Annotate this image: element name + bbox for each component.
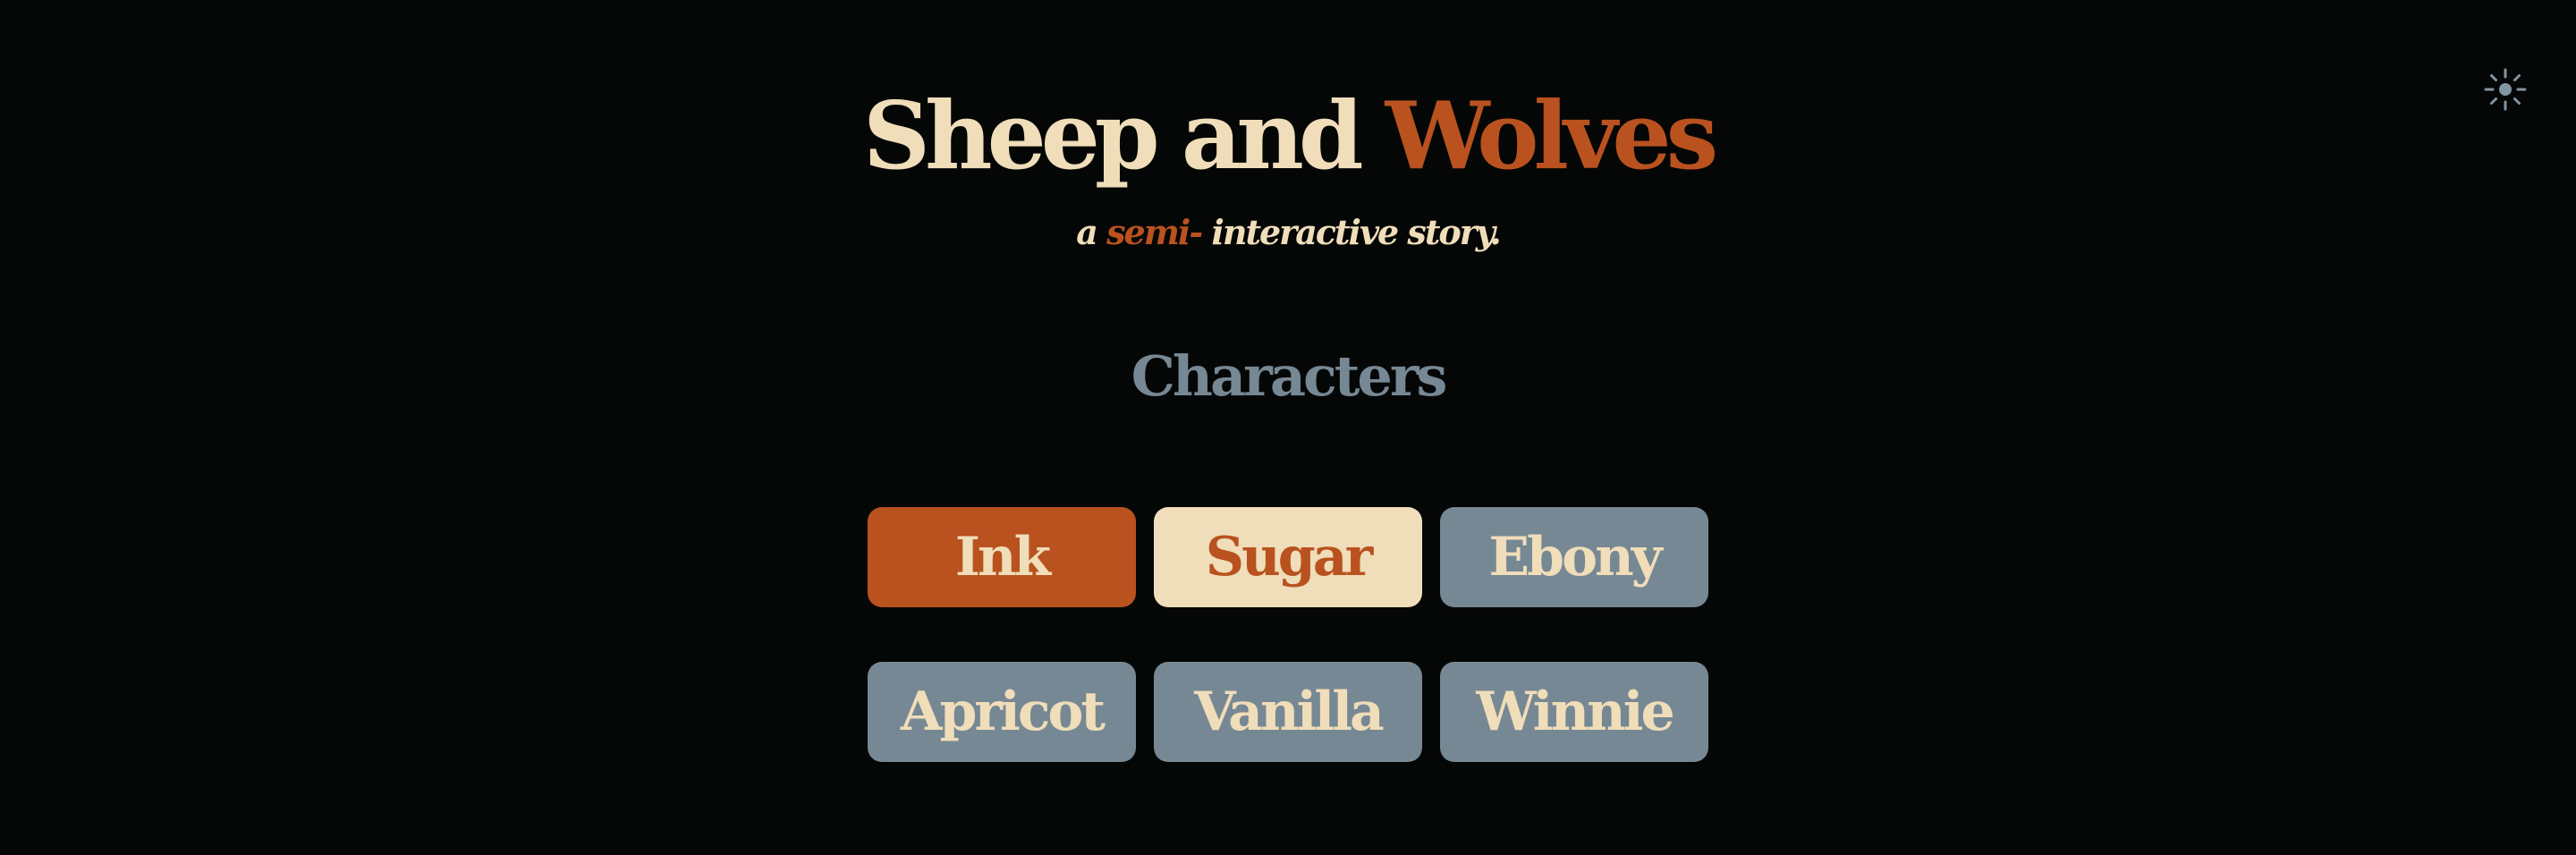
subtitle-semi: semi- bbox=[1106, 212, 1203, 252]
character-button-vanilla[interactable]: Vanilla bbox=[1154, 662, 1422, 762]
character-button-ebony[interactable]: Ebony bbox=[1440, 507, 1708, 607]
character-button-ink[interactable]: Ink bbox=[868, 507, 1136, 607]
page-subtitle: a semi- interactive story. bbox=[0, 208, 2576, 257]
title-sheep-and: Sheep and bbox=[862, 80, 1385, 190]
characters-heading: Characters bbox=[1131, 343, 1448, 409]
character-grid: Ink Sugar Ebony Apricot Vanilla Winnie bbox=[868, 507, 1708, 762]
character-button-sugar[interactable]: Sugar bbox=[1154, 507, 1422, 607]
character-button-winnie[interactable]: Winnie bbox=[1440, 662, 1708, 762]
subtitle-interactive-story: interactive story. bbox=[1201, 212, 1501, 252]
title-wolves: Wolves bbox=[1385, 80, 1718, 190]
subtitle-a: a bbox=[1076, 212, 1107, 252]
character-button-apricot[interactable]: Apricot bbox=[868, 662, 1136, 762]
page-title: Sheep and Wolves bbox=[0, 82, 2576, 190]
